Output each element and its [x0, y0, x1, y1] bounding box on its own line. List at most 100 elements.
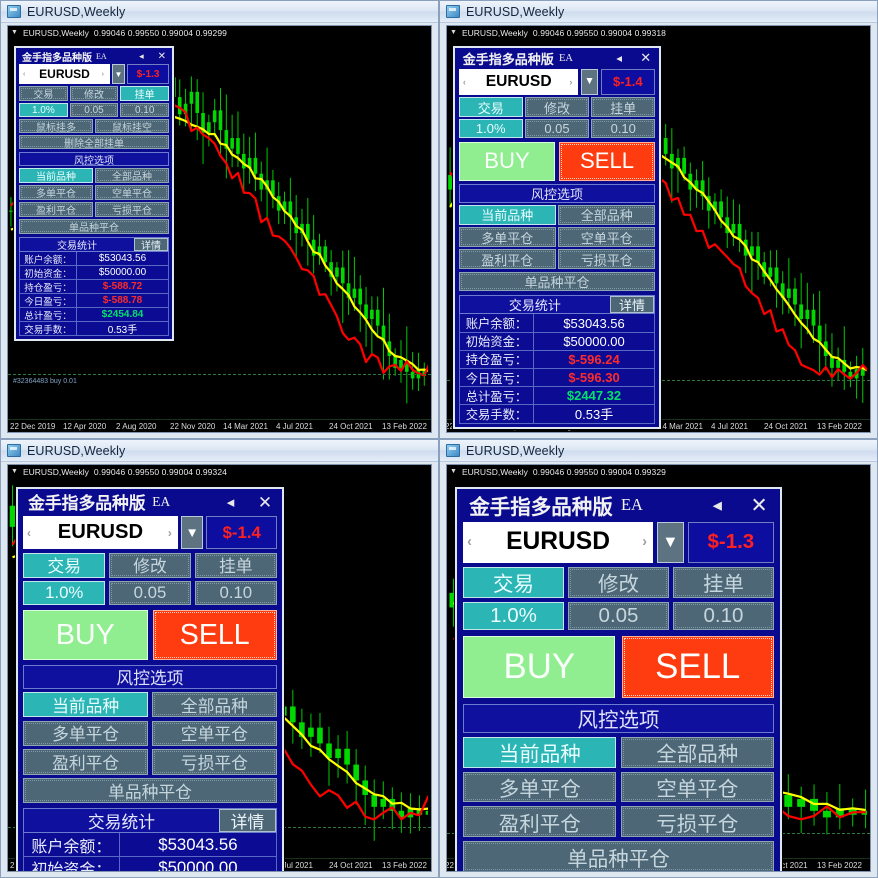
close-icon[interactable]: ✕: [158, 51, 166, 62]
chart-area[interactable]: ▼ EURUSD,Weekly 0.99046 0.99550 0.99004 …: [446, 25, 871, 433]
lot-button-2[interactable]: 0.10: [194, 581, 277, 605]
chevron-down-icon[interactable]: ▼: [450, 468, 457, 475]
buy-button[interactable]: BUY: [458, 141, 556, 181]
risk-options-header[interactable]: 风控选项: [463, 704, 774, 733]
chevron-down-icon[interactable]: ▼: [450, 29, 457, 36]
window-titlebar[interactable]: EURUSD,Weekly: [440, 1, 877, 23]
pending-button-1[interactable]: 鼠标挂空: [95, 119, 169, 134]
window-titlebar[interactable]: EURUSD,Weekly: [1, 440, 438, 462]
symbol-selector[interactable]: ‹ EURUSD ›: [19, 64, 110, 84]
risk-button-2[interactable]: 多单平仓: [19, 185, 93, 200]
risk-button-0[interactable]: 当前品种: [458, 205, 556, 225]
symbol-next-icon[interactable]: ›: [102, 71, 104, 78]
symbol-selector[interactable]: ‹ EURUSD ›: [23, 515, 178, 550]
risk-button-3[interactable]: 空单平仓: [95, 185, 169, 200]
close-icon[interactable]: ✕: [640, 50, 651, 66]
tab-2[interactable]: 挂单: [591, 97, 656, 117]
symbol-dropdown-button[interactable]: ▼: [581, 68, 598, 95]
sell-button[interactable]: SELL: [621, 636, 774, 698]
chevron-down-icon[interactable]: ▼: [11, 29, 18, 36]
chart-area[interactable]: ▼ EURUSD,Weekly 0.99046 0.99550 0.99004 …: [7, 25, 432, 433]
lot-button-2[interactable]: 0.10: [673, 601, 774, 631]
lot-button-1[interactable]: 0.05: [108, 581, 192, 605]
symbol-selector[interactable]: ‹ EURUSD ›: [458, 68, 579, 95]
tab-1[interactable]: 修改: [108, 552, 192, 579]
risk-button-2[interactable]: 多单平仓: [458, 227, 556, 247]
symbol-dropdown-button[interactable]: ▼: [112, 64, 125, 84]
risk-button-5[interactable]: 亏损平仓: [558, 249, 656, 269]
lot-button-2[interactable]: 0.10: [591, 119, 656, 138]
tab-2[interactable]: 挂单: [194, 552, 277, 579]
lot-button-1[interactable]: 0.05: [525, 119, 589, 138]
single-symbol-close-button[interactable]: 单品种平仓: [458, 271, 656, 292]
tab-0[interactable]: 交易: [458, 97, 523, 117]
chart-area[interactable]: ▼ EURUSD,Weekly 0.99046 0.99550 0.99004 …: [7, 464, 432, 872]
risk-button-4[interactable]: 盈利平仓: [19, 202, 93, 217]
risk-button-1[interactable]: 全部品种: [620, 736, 774, 768]
risk-button-2[interactable]: 多单平仓: [463, 771, 617, 803]
risk-button-4[interactable]: 盈利平仓: [458, 249, 556, 269]
risk-button-4[interactable]: 盈利平仓: [463, 806, 617, 838]
risk-button-5[interactable]: 亏损平仓: [151, 749, 278, 775]
collapse-icon[interactable]: ◂: [616, 51, 622, 65]
risk-button-4[interactable]: 盈利平仓: [23, 749, 149, 775]
symbol-next-icon[interactable]: ›: [569, 77, 572, 87]
tab-1[interactable]: 修改: [69, 86, 119, 101]
collapse-icon[interactable]: ◂: [139, 51, 144, 62]
lot-button-1[interactable]: 0.05: [568, 601, 669, 631]
risk-button-1[interactable]: 全部品种: [558, 205, 656, 225]
lot-button-0[interactable]: 1.0%: [23, 581, 106, 605]
symbol-prev-icon[interactable]: ‹: [463, 77, 466, 87]
close-icon[interactable]: ✕: [258, 492, 272, 513]
risk-button-2[interactable]: 多单平仓: [23, 720, 149, 746]
collapse-icon[interactable]: ◂: [713, 494, 722, 516]
window-titlebar[interactable]: EURUSD,Weekly: [1, 1, 438, 23]
window-titlebar[interactable]: EURUSD,Weekly: [440, 440, 877, 462]
buy-button[interactable]: BUY: [23, 609, 148, 661]
symbol-prev-icon[interactable]: ‹: [27, 526, 31, 540]
lot-button-0[interactable]: 1.0%: [463, 601, 564, 631]
symbol-dropdown-button[interactable]: ▼: [657, 521, 684, 563]
tab-0[interactable]: 交易: [19, 86, 68, 101]
symbol-prev-icon[interactable]: ‹: [467, 534, 472, 550]
risk-button-3[interactable]: 空单平仓: [151, 720, 278, 746]
lot-button-2[interactable]: 0.10: [120, 103, 170, 117]
risk-button-3[interactable]: 空单平仓: [558, 227, 656, 247]
tab-0[interactable]: 交易: [463, 566, 564, 598]
symbol-selector[interactable]: ‹ EURUSD ›: [463, 521, 654, 563]
single-symbol-close-button[interactable]: 单品种平仓: [23, 777, 277, 804]
risk-options-header[interactable]: 风控选项: [23, 665, 277, 689]
lot-button-0[interactable]: 1.0%: [19, 103, 68, 117]
symbol-dropdown-button[interactable]: ▼: [181, 515, 204, 550]
single-symbol-close-button[interactable]: 单品种平仓: [19, 219, 169, 234]
stats-detail-button[interactable]: 详情: [218, 809, 276, 833]
sell-button[interactable]: SELL: [152, 609, 277, 661]
ea-panel[interactable]: 金手指多品种版 EA ◂ ✕ ‹ EURUSD › ▼ $-1.3 交易 修改 挂单…: [14, 46, 174, 341]
risk-options-header[interactable]: 风控选项: [458, 184, 656, 203]
symbol-next-icon[interactable]: ›: [168, 526, 172, 540]
risk-options-header[interactable]: 风控选项: [19, 152, 169, 167]
collapse-icon[interactable]: ◂: [227, 493, 235, 511]
symbol-next-icon[interactable]: ›: [642, 534, 647, 550]
tab-1[interactable]: 修改: [525, 97, 589, 117]
tab-0[interactable]: 交易: [23, 552, 106, 579]
ea-panel[interactable]: 金手指多品种版 EA ◂ ✕ ‹ EURUSD › ▼ $-1.4 交易 修改 挂单…: [16, 487, 284, 871]
buy-button[interactable]: BUY: [463, 636, 616, 698]
chart-area[interactable]: ▼ EURUSD,Weekly 0.99046 0.99550 0.99004 …: [446, 464, 871, 872]
lot-button-0[interactable]: 1.0%: [458, 119, 523, 138]
tab-2[interactable]: 挂单: [120, 86, 170, 101]
stats-detail-button[interactable]: 详情: [609, 295, 655, 314]
symbol-prev-icon[interactable]: ‹: [23, 71, 25, 78]
risk-button-0[interactable]: 当前品种: [463, 736, 617, 768]
chevron-down-icon[interactable]: ▼: [11, 468, 18, 475]
delete-all-pending-button[interactable]: 删除全部挂单: [19, 135, 169, 150]
stats-detail-button[interactable]: 详情: [134, 238, 168, 252]
risk-button-0[interactable]: 当前品种: [23, 692, 149, 718]
risk-button-1[interactable]: 全部品种: [95, 168, 169, 183]
sell-button[interactable]: SELL: [558, 141, 656, 181]
lot-button-1[interactable]: 0.05: [69, 103, 119, 117]
risk-button-1[interactable]: 全部品种: [151, 692, 278, 718]
ea-panel[interactable]: 金手指多品种版 EA ◂ ✕ ‹ EURUSD › ▼ $-1.3 交易 修改 挂单…: [455, 487, 782, 871]
single-symbol-close-button[interactable]: 单品种平仓: [463, 841, 774, 871]
ea-panel[interactable]: 金手指多品种版 EA ◂ ✕ ‹ EURUSD › ▼ $-1.4 交易 修改 挂单…: [453, 46, 661, 430]
